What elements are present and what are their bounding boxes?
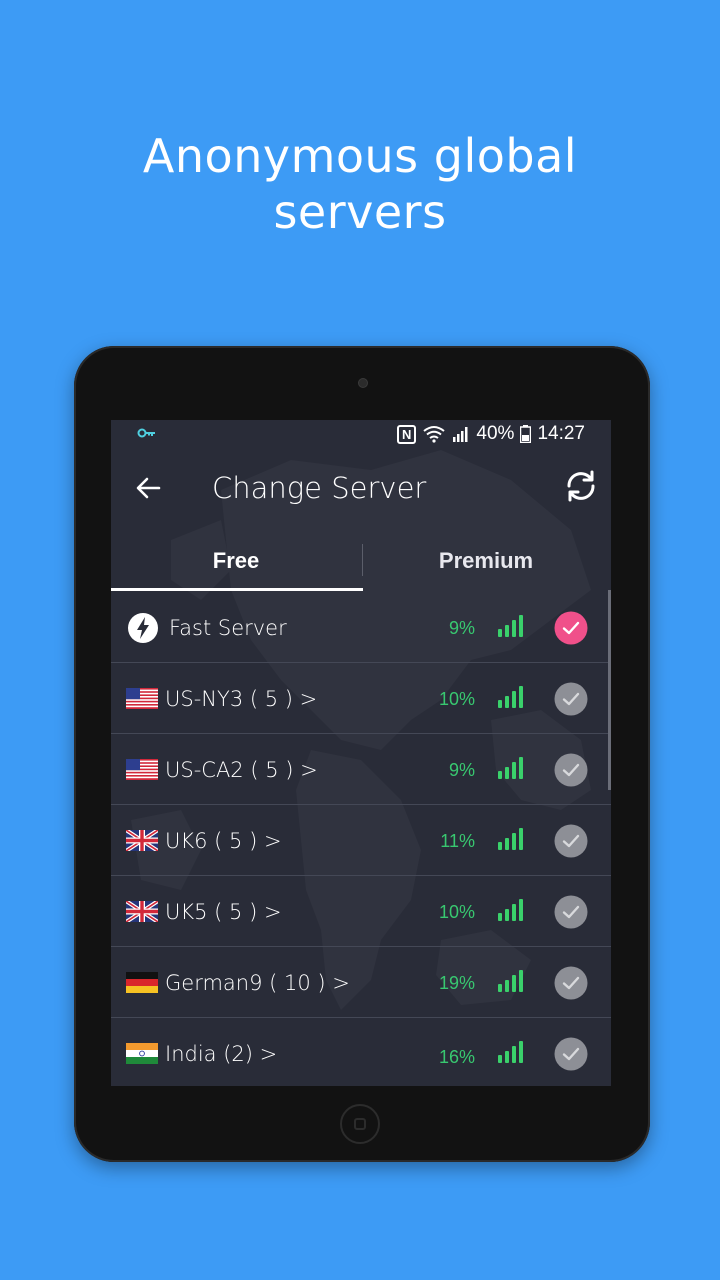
tab-free[interactable]: Free	[111, 538, 361, 590]
scrollbar[interactable]	[608, 590, 611, 790]
server-load: 19%	[438, 973, 475, 993]
server-name: US-CA2 ( 5 ) >	[165, 758, 318, 782]
server-name: German9 ( 10 ) >	[165, 971, 350, 995]
signal-bars-icon	[498, 970, 523, 992]
server-name: India (2) >	[165, 1042, 278, 1066]
server-name: US-NY3 ( 5 ) >	[165, 687, 318, 711]
server-load: 10%	[438, 689, 475, 709]
status-bar: N 40% 14:27	[111, 420, 611, 448]
check-icon[interactable]	[554, 753, 588, 787]
server-load: 16%	[438, 1047, 475, 1067]
tab-indicator	[111, 588, 363, 591]
server-name: UK6 ( 5 ) >	[165, 829, 282, 853]
refresh-icon[interactable]	[561, 466, 601, 506]
server-load: 9%	[448, 760, 475, 780]
server-load: 10%	[438, 902, 475, 922]
app-screen: N 40% 14:27 Change Server Free Premium F…	[111, 420, 611, 1086]
check-icon[interactable]	[554, 824, 588, 858]
clock: 14:27	[537, 423, 585, 444]
server-name: UK5 ( 5 ) >	[165, 900, 282, 924]
server-name: Fast Server	[169, 616, 287, 640]
uk-flag-icon	[126, 830, 158, 851]
headline-line-1: Anonymous global	[142, 129, 578, 183]
cell-signal-icon	[453, 427, 468, 442]
check-icon[interactable]	[554, 966, 588, 1000]
us-flag-icon	[126, 759, 158, 780]
germany-flag-icon	[126, 972, 158, 993]
signal-bars-icon	[498, 1041, 523, 1063]
uk-flag-icon	[126, 901, 158, 922]
server-row-us-ca2[interactable]: US-CA2 ( 5 ) > 9%	[111, 734, 611, 805]
india-flag-icon	[126, 1043, 158, 1064]
server-load: 9%	[448, 618, 475, 638]
tablet-frame: N 40% 14:27 Change Server Free Premium F…	[74, 346, 650, 1162]
server-tabs: Free Premium	[111, 538, 611, 592]
signal-bars-icon	[498, 757, 523, 779]
lightning-bolt-icon	[128, 613, 158, 643]
battery-percent: 40%	[476, 423, 515, 444]
server-row-india[interactable]: India (2) > 16%	[111, 1018, 611, 1086]
server-row-german9[interactable]: German9 ( 10 ) > 19%	[111, 947, 611, 1018]
check-icon[interactable]	[554, 1037, 588, 1071]
server-row-us-ny3[interactable]: US-NY3 ( 5 ) > 10%	[111, 663, 611, 734]
signal-bars-icon	[498, 899, 523, 921]
nfc-icon: N	[397, 424, 417, 444]
server-row-uk6[interactable]: UK6 ( 5 ) > 11%	[111, 805, 611, 876]
vpn-key-icon	[137, 423, 157, 445]
battery-icon	[520, 425, 532, 443]
tab-premium[interactable]: Premium	[361, 538, 611, 590]
app-bar: Change Server	[111, 460, 611, 516]
home-button[interactable]	[340, 1104, 380, 1144]
signal-bars-icon	[498, 828, 523, 850]
headline: Anonymous global servers	[0, 128, 720, 240]
wifi-icon	[423, 426, 446, 443]
check-icon[interactable]	[554, 682, 588, 716]
selected-check-icon[interactable]	[554, 611, 588, 645]
server-list: Fast Server 9% US-NY3 (5) > 10% US-CA2…	[111, 592, 611, 1086]
server-load: 11%	[440, 831, 475, 851]
server-row-fast-server[interactable]: Fast Server 9%	[111, 592, 611, 663]
page-title: Change Server	[212, 471, 427, 505]
check-icon[interactable]	[554, 895, 588, 929]
us-flag-icon	[126, 688, 158, 709]
signal-bars-icon	[498, 686, 523, 708]
arrow-left-icon[interactable]	[133, 472, 165, 504]
camera-icon	[358, 378, 368, 388]
server-row-uk5[interactable]: UK5 ( 5 ) > 10%	[111, 876, 611, 947]
headline-line-2: servers	[273, 185, 447, 239]
signal-bars-icon	[498, 615, 523, 637]
